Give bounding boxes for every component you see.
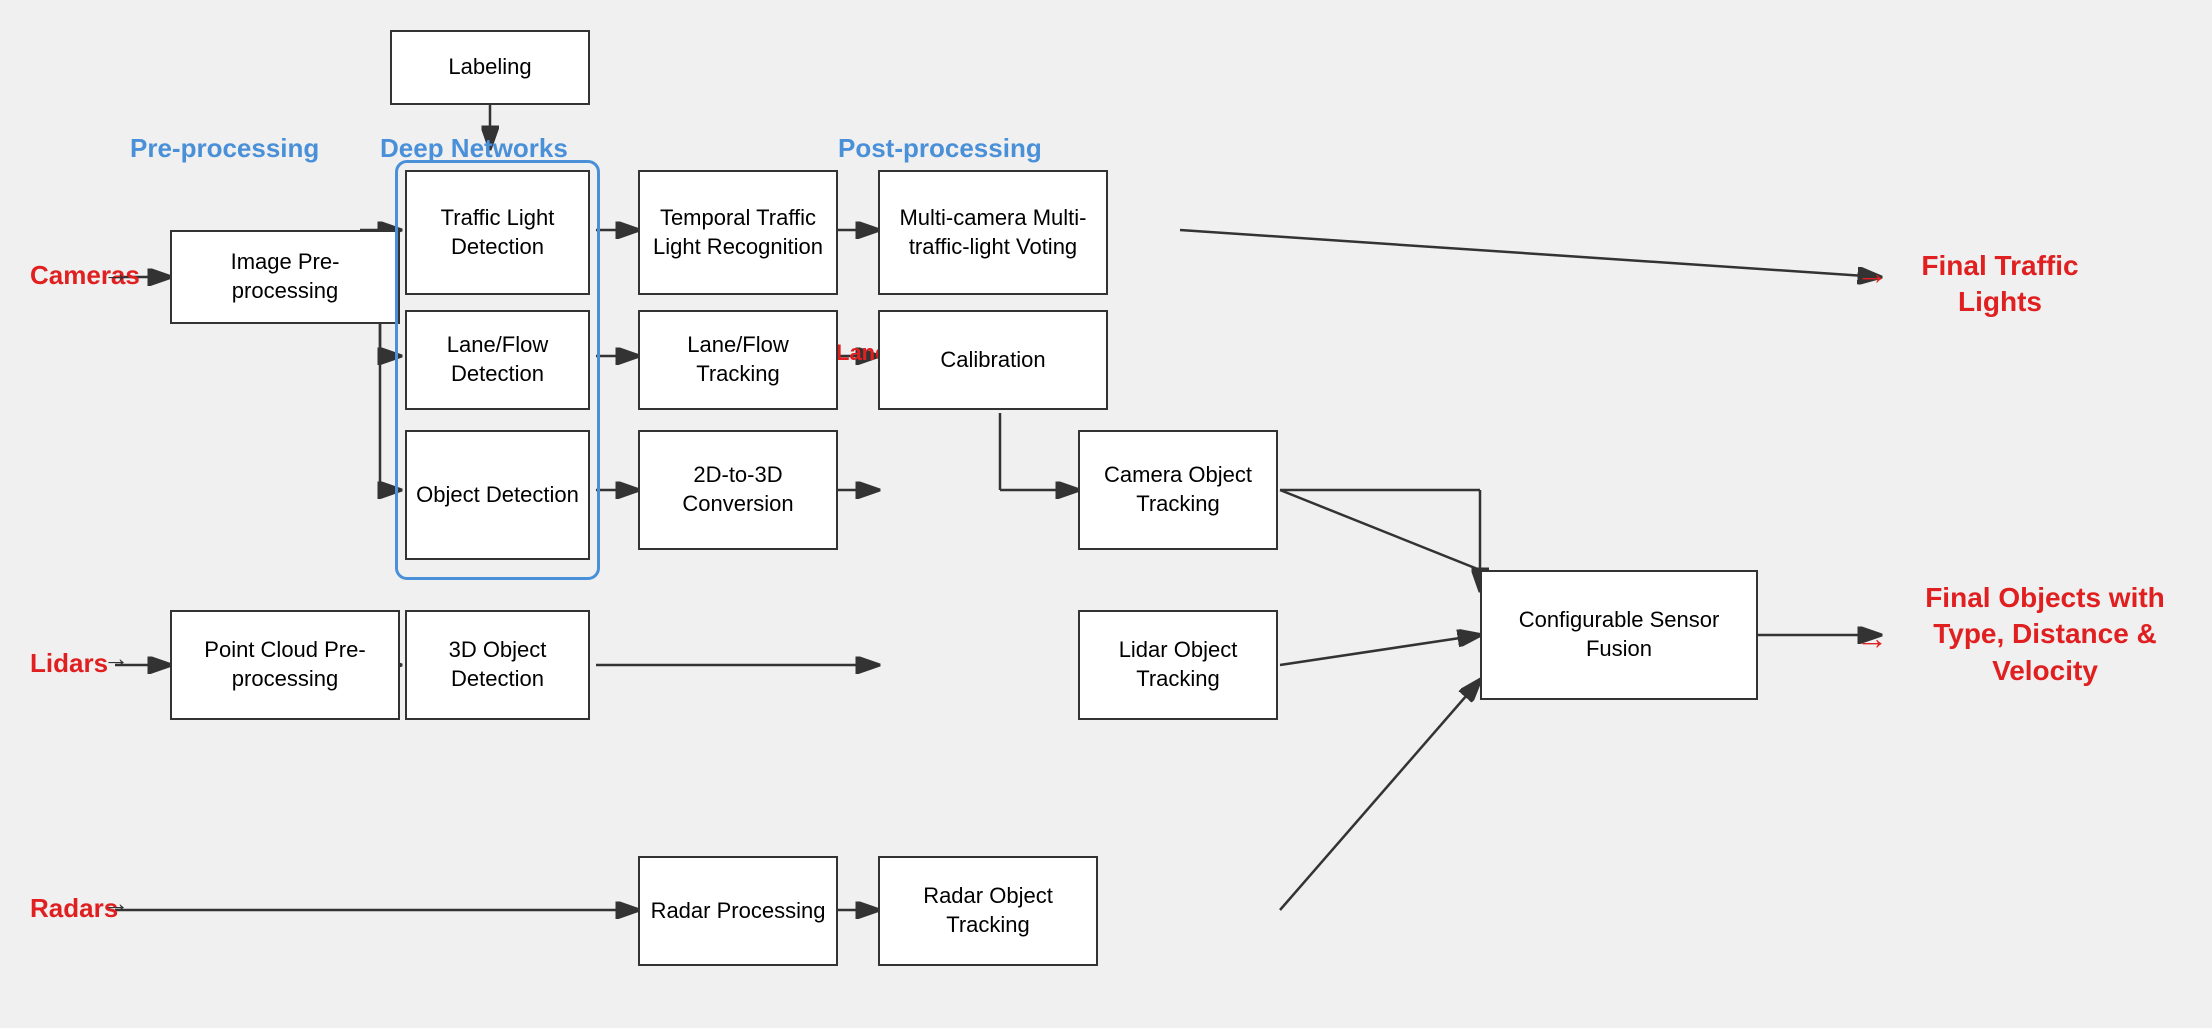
camera-object-tracking-box: Camera Object Tracking [1078,430,1278,550]
post-processing-label: Post-processing [838,133,1042,164]
object-detection-box: Object Detection [405,430,590,560]
point-cloud-box: Point Cloud Pre-processing [170,610,400,720]
radar-processing-box: Radar Processing [638,856,838,966]
lidars-arrow-icon: → [103,643,129,674]
temporal-traffic-box: Temporal Traffic Light Recognition [638,170,838,295]
2d-3d-conversion-box: 2D-to-3D Conversion [638,430,838,550]
final-traffic-arrow-icon: → [1856,255,1888,292]
calibration-box: Calibration [878,310,1108,410]
final-objects-label: Final Objects with Type, Distance & Velo… [1900,580,2190,689]
lane-flow-tracking-box: Lane/Flow Tracking [638,310,838,410]
radar-object-tracking-box: Radar Object Tracking [878,856,1098,966]
final-traffic-lights-label: Final Traffic Lights [1900,248,2100,321]
configurable-sensor-fusion-box: Configurable Sensor Fusion [1480,570,1758,700]
lane-flow-detection-box: Lane/Flow Detection [405,310,590,410]
preprocessing-label: Pre-processing [130,133,319,164]
final-objects-arrow-icon: → [1856,620,1888,657]
cameras-arrow-icon: → [103,258,129,289]
image-preprocessing-box: Image Pre-processing [170,230,400,324]
radars-arrow-icon: → [103,888,129,919]
3d-object-detection-box: 3D Object Detection [405,610,590,720]
multi-camera-box: Multi-camera Multi-traffic-light Voting [878,170,1108,295]
lidar-object-tracking-box: Lidar Object Tracking [1078,610,1278,720]
labeling-box: Labeling [390,30,590,105]
lidars-label: Lidars [30,648,108,679]
traffic-light-detection-box: Traffic Light Detection [405,170,590,295]
diagram: Pre-processing Deep Networks Post-proces… [0,0,2212,1028]
